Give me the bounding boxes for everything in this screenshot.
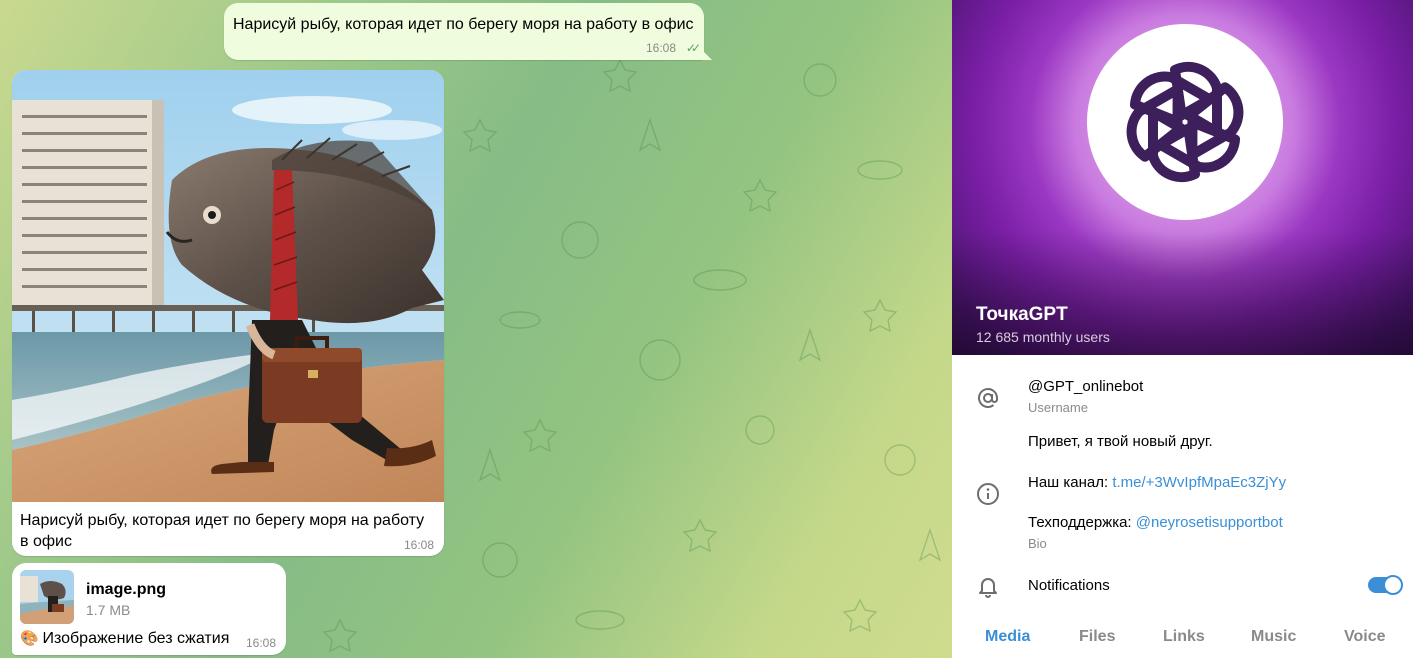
- info-icon: [977, 483, 999, 505]
- tab-links[interactable]: Links: [1163, 628, 1205, 646]
- incoming-photo-message[interactable]: Нарисуй рыбу, которая идет по берегу мор…: [12, 70, 444, 556]
- chat-area: Нарисуй рыбу, которая идет по берегу мор…: [0, 0, 952, 658]
- profile-avatar[interactable]: [1087, 24, 1283, 220]
- notifications-toggle[interactable]: [1368, 575, 1403, 595]
- bio-channel: Наш канал: t.me/+3WvIpfMpaEc3ZjYy: [1028, 474, 1287, 491]
- message-time: 16:08: [245, 636, 276, 650]
- bubble-tail: [700, 48, 712, 60]
- file-caption-text: Изображение без сжатия: [42, 630, 230, 647]
- bell-icon: [979, 578, 997, 598]
- file-size: 1.7 MB: [86, 602, 131, 618]
- username[interactable]: @GPT_onlinebot: [1028, 378, 1143, 395]
- profile-subtitle: 12 685 monthly users: [976, 329, 1110, 345]
- tab-voice[interactable]: Voice: [1344, 628, 1386, 646]
- openai-logo-icon: [1126, 61, 1244, 183]
- tab-media[interactable]: Media: [985, 628, 1030, 646]
- channel-link[interactable]: t.me/+3WvIpfMpaEc3ZjYy: [1112, 474, 1286, 491]
- photo-caption: Нарисуй рыбу, которая идет по берегу мор…: [20, 512, 425, 550]
- media-tabs: Media Files Links Music Voice: [952, 620, 1413, 658]
- profile-panel: ТочкаGPT 12 685 monthly users @GPT_onlin…: [952, 0, 1413, 658]
- palette-icon: 🎨: [20, 630, 39, 647]
- message-time: 16:08: [403, 538, 434, 552]
- profile-name: ТочкаGPT: [976, 304, 1068, 325]
- username-label: Username: [1028, 400, 1088, 415]
- outgoing-message[interactable]: Нарисуй рыбу, которая идет по берегу мор…: [224, 3, 704, 60]
- bio-support: Техподдержка: @neyrosetisupportbot: [1028, 514, 1283, 531]
- profile-header: ТочкаGPT 12 685 monthly users: [952, 0, 1413, 355]
- generated-image[interactable]: [12, 70, 444, 502]
- notifications-label: Notifications: [1028, 577, 1110, 594]
- at-icon: [978, 387, 998, 408]
- tab-music[interactable]: Music: [1251, 628, 1296, 646]
- message-text: Нарисуй рыбу, которая идет по берегу мор…: [233, 16, 694, 33]
- file-thumbnail[interactable]: [20, 570, 74, 624]
- bio-label: Bio: [1028, 536, 1047, 551]
- toggle-knob: [1383, 575, 1403, 595]
- support-link[interactable]: @neyrosetisupportbot: [1136, 514, 1283, 531]
- file-caption: 🎨 Изображение без сжатия: [20, 629, 229, 648]
- message-time: 16:08: [645, 41, 676, 55]
- incoming-file-message[interactable]: image.png 1.7 MB 🎨 Изображение без сжати…: [12, 563, 286, 655]
- file-name: image.png: [86, 581, 167, 598]
- tab-files[interactable]: Files: [1079, 628, 1115, 646]
- bio-line: Привет, я твой новый друг.: [1028, 433, 1213, 450]
- double-check-icon: ✓✓: [685, 41, 701, 55]
